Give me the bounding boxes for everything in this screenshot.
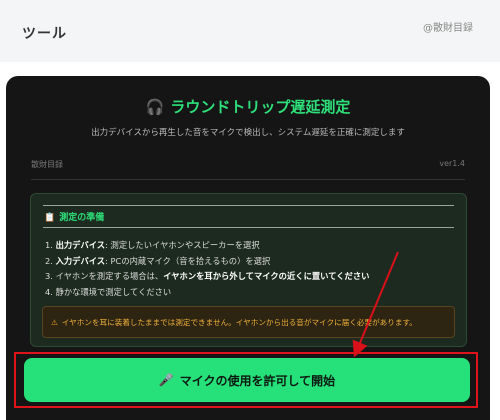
annotation-arrow-icon — [352, 251, 399, 358]
